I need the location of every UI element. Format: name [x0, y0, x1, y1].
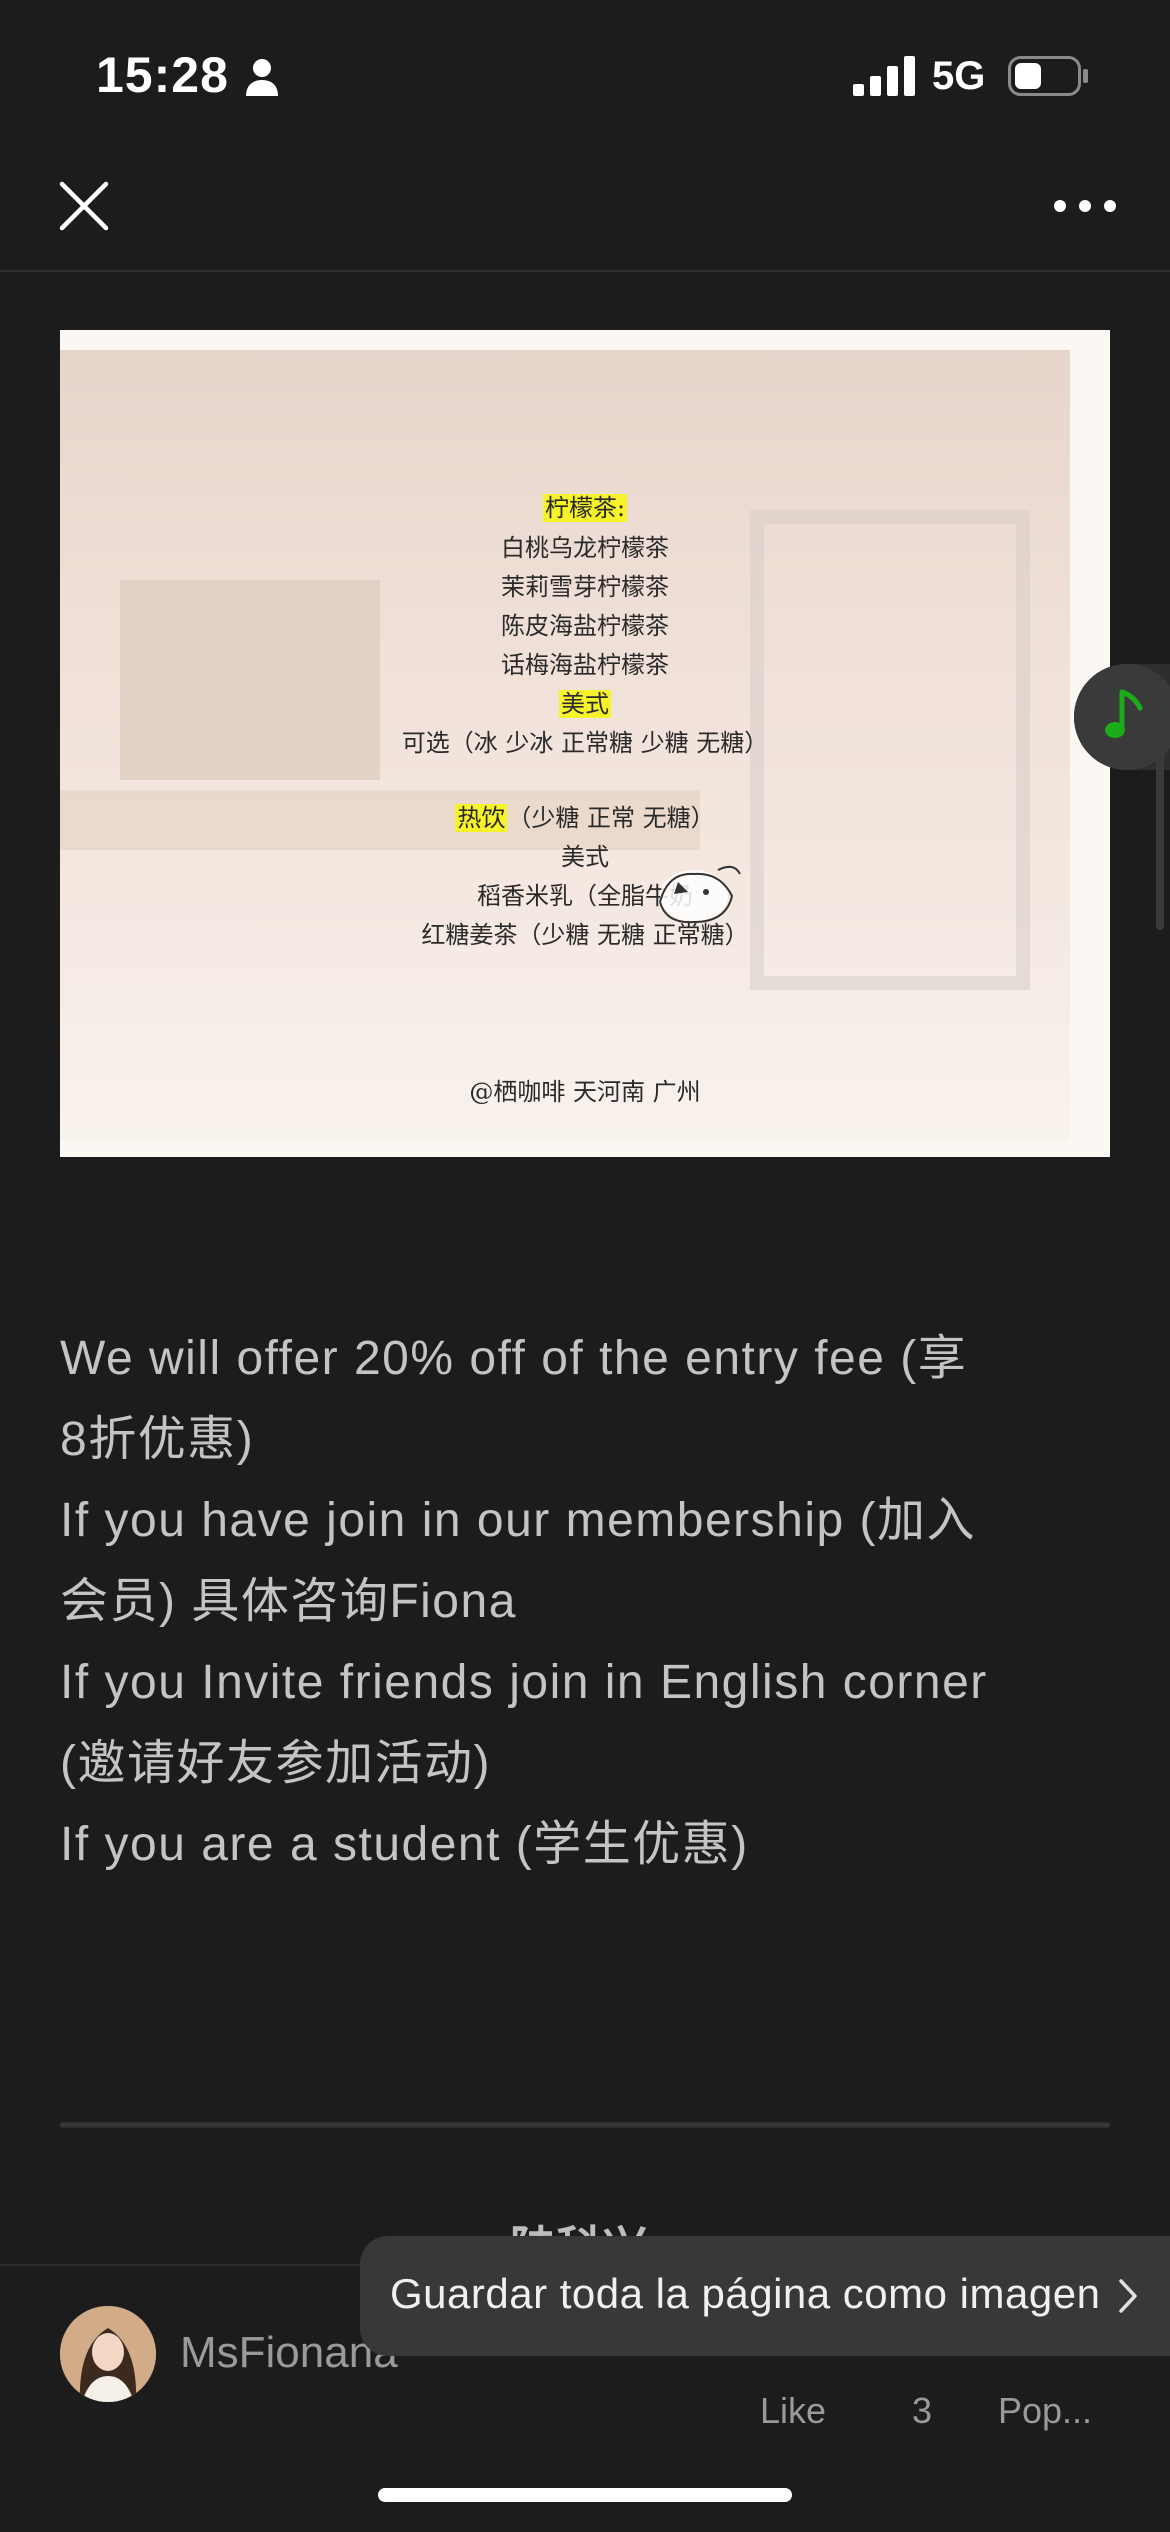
menu-heading-hot-drinks: 热饮	[455, 804, 508, 832]
menu-item: 白桃乌龙柠檬茶	[501, 534, 669, 562]
like-button[interactable]: Like	[760, 2390, 826, 2432]
more-icon[interactable]	[1050, 186, 1120, 226]
article-image[interactable]: 柠檬茶: 白桃乌龙柠檬茶 茉莉雪芽柠檬茶 陈皮海盐柠檬茶 话梅海盐柠檬茶 美式 …	[60, 330, 1110, 1157]
article-line: (邀请好友参加活动)	[60, 1737, 491, 1790]
article-line: We will offer 20% off of the entry fee (…	[60, 1332, 968, 1385]
scroll-indicator[interactable]	[1156, 680, 1164, 930]
network-label: 5G	[932, 54, 986, 98]
close-icon[interactable]	[52, 174, 116, 238]
article-line: If you are a student (学生优惠)	[60, 1818, 749, 1871]
article-line: 会员) 具体咨询Fiona	[60, 1575, 517, 1628]
person-icon	[246, 59, 278, 96]
article-divider	[60, 2122, 1110, 2128]
top-nav	[0, 150, 1170, 272]
menu-heading-lemon-tea: 柠檬茶:	[542, 494, 628, 522]
menu-item: 美式	[561, 843, 609, 871]
article-line: If you have join in our membership (加入	[60, 1494, 977, 1547]
status-bar: 15:28 5G	[0, 0, 1170, 150]
music-note-icon	[1105, 689, 1143, 738]
status-time: 15:28	[96, 47, 229, 103]
doodle-icon	[659, 865, 741, 924]
article-line: 8折优惠)	[60, 1413, 255, 1466]
menu-item: 稻香米乳（全脂牛奶	[477, 882, 693, 910]
menu-hot-options: （少糖 正常 无糖）	[507, 804, 715, 832]
menu-item: 茉莉雪芽柠檬茶	[501, 573, 669, 601]
menu-item: 红糖姜茶（少糖 无糖 正常糖）	[421, 921, 749, 949]
menu-options: 可选（冰 少冰 正常糖 少糖 无糖）	[401, 729, 769, 757]
save-page-as-image-button[interactable]: Guardar toda la página como imagen	[360, 2236, 1170, 2356]
avatar-portrait-icon	[60, 2306, 156, 2402]
like-count: 3	[912, 2390, 933, 2431]
menu-item: 话梅海盐柠檬茶	[501, 651, 669, 679]
menu-text: 柠檬茶: 白桃乌龙柠檬茶 茉莉雪芽柠檬茶 陈皮海盐柠檬茶 话梅海盐柠檬茶 美式 …	[60, 330, 1110, 1157]
menu-heading-americano: 美式	[559, 690, 611, 718]
article-body: We will offer 20% off of the entry fee (…	[60, 1318, 1110, 1885]
article-line: If you Invite friends join in English co…	[60, 1656, 988, 1709]
menu-item: 陈皮海盐柠檬茶	[501, 612, 669, 640]
home-indicator[interactable]	[378, 2488, 792, 2502]
chevron-right-icon	[1119, 2279, 1137, 2313]
save-toast-label: Guardar toda la página como imagen	[390, 2270, 1101, 2317]
poster-credit: @栖咖啡 天河南 广州	[469, 1078, 701, 1106]
battery-icon	[1008, 56, 1088, 96]
signal-icon	[853, 56, 915, 96]
avatar[interactable]	[60, 2306, 156, 2402]
pop-button[interactable]: Pop...	[998, 2390, 1092, 2432]
